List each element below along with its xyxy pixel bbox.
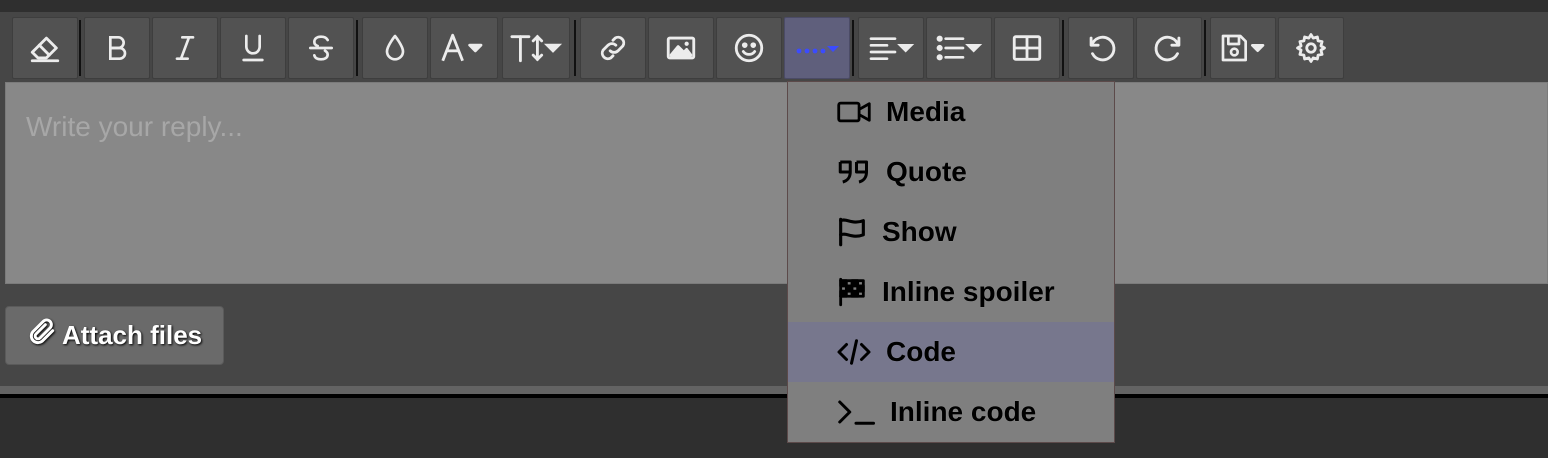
dropdown-item-inline-code[interactable]: Inline code: [788, 382, 1114, 442]
undo-button[interactable]: [1068, 17, 1134, 79]
dropdown-item-label: Show: [882, 216, 957, 247]
settings-button[interactable]: [1278, 17, 1344, 79]
font-size-button[interactable]: [502, 17, 570, 79]
floppy-disk-icon: [1218, 32, 1268, 64]
table-button[interactable]: [994, 17, 1060, 79]
dropdown-item-media[interactable]: Media: [788, 82, 1114, 142]
align-left-icon: [866, 32, 916, 64]
smiley-icon: [732, 31, 766, 65]
ellipsis-icon: [793, 36, 841, 60]
font-family-button[interactable]: [430, 17, 498, 79]
dropdown-item-label: Quote: [886, 156, 967, 187]
dropdown-item-label: Code: [886, 336, 956, 367]
editor-toolbar: [6, 14, 1548, 82]
dropdown-item-inline-spoiler[interactable]: Inline spoiler: [788, 262, 1114, 322]
code-icon: [836, 334, 872, 370]
dropdown-item-show[interactable]: Show: [788, 202, 1114, 262]
link-button[interactable]: [580, 17, 646, 79]
text-size-icon: [509, 31, 563, 65]
redo-icon: [1152, 31, 1186, 65]
toolbar-separator: [356, 20, 358, 76]
redo-button[interactable]: [1136, 17, 1202, 79]
video-camera-icon: [836, 94, 872, 130]
list-button[interactable]: [926, 17, 992, 79]
checkered-flag-icon: [834, 274, 870, 310]
reply-placeholder: Write your reply...: [26, 111, 243, 142]
dropdown-item-label: Inline spoiler: [882, 276, 1055, 307]
toolbar-separator: [79, 20, 81, 76]
flag-icon: [834, 214, 870, 250]
editor-bottom-border: [0, 386, 1548, 394]
dropdown-item-quote[interactable]: Quote: [788, 142, 1114, 202]
align-button[interactable]: [858, 17, 924, 79]
italic-icon: [169, 32, 201, 64]
droplet-icon: [379, 32, 411, 64]
toolbar-separator: [1204, 20, 1206, 76]
attach-files-button[interactable]: Attach files: [5, 306, 224, 365]
italic-button[interactable]: [152, 17, 218, 79]
editor-frame: Write your reply... Attach files: [0, 12, 1548, 390]
remove-format-button[interactable]: [12, 17, 78, 79]
link-icon: [596, 31, 630, 65]
bold-button[interactable]: [84, 17, 150, 79]
strikethrough-button[interactable]: [288, 17, 354, 79]
terminal-icon: [836, 394, 876, 430]
paperclip-icon: [26, 316, 58, 355]
table-icon: [1010, 31, 1044, 65]
dropdown-item-label: Media: [886, 96, 966, 127]
reply-editor[interactable]: Write your reply...: [5, 82, 1548, 284]
gear-icon: [1294, 31, 1328, 65]
toolbar-separator: [574, 20, 576, 76]
toolbar-separator: [852, 20, 854, 76]
dropdown-item-code[interactable]: Code: [788, 322, 1114, 382]
strikethrough-icon: [305, 32, 337, 64]
font-icon: [438, 31, 490, 65]
image-button[interactable]: [648, 17, 714, 79]
list-icon: [934, 32, 984, 64]
undo-icon: [1084, 31, 1118, 65]
toolbar-separator: [1062, 20, 1064, 76]
eraser-icon: [28, 31, 62, 65]
more-options-button[interactable]: [784, 17, 850, 79]
editor-shadow: [0, 394, 1548, 398]
text-color-button[interactable]: [362, 17, 428, 79]
bold-icon: [101, 32, 133, 64]
attach-files-label: Attach files: [62, 320, 203, 350]
quote-icon: [836, 154, 872, 190]
dropdown-item-label: Inline code: [890, 396, 1037, 427]
image-icon: [664, 31, 698, 65]
underline-button[interactable]: [220, 17, 286, 79]
more-options-dropdown: Media Quote Show Inline spoiler Code Inl…: [787, 81, 1115, 443]
emoji-button[interactable]: [716, 17, 782, 79]
underline-icon: [237, 32, 269, 64]
drafts-button[interactable]: [1210, 17, 1276, 79]
